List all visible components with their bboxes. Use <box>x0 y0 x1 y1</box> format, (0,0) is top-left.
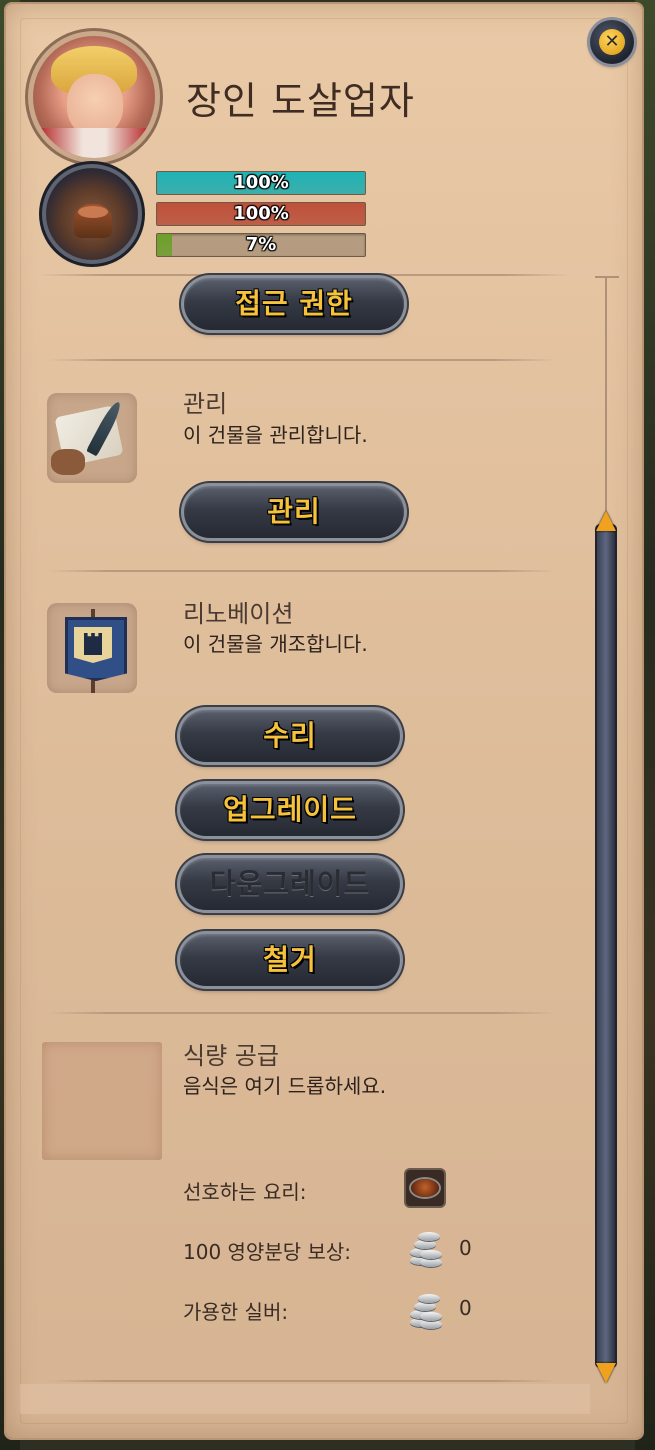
repair-button[interactable]: 수리 <box>180 710 400 762</box>
manage-icon <box>47 393 137 483</box>
reward-label: 100 영양분당 보상: <box>183 1240 352 1264</box>
status-bars: 100% 100% 7% <box>156 171 366 264</box>
scroll-down-button[interactable] <box>594 1360 618 1386</box>
food-supply-title: 식량 공급 <box>183 1042 279 1070</box>
status-bar-text: 100% <box>233 172 289 193</box>
divider <box>48 570 556 572</box>
npc-avatar <box>33 36 155 158</box>
silver-coins-icon <box>408 1294 444 1332</box>
sack-icon <box>51 449 85 475</box>
manage-description: 이 건물을 관리합니다. <box>183 423 368 447</box>
avatar-shirt <box>37 128 151 158</box>
building-icon <box>46 168 138 260</box>
preferred-dish-label: 선호하는 요리: <box>183 1180 307 1204</box>
status-bar-text: 100% <box>233 203 289 224</box>
close-icon: ✕ <box>599 29 625 55</box>
arrow-down-icon <box>596 1363 616 1383</box>
scroll-up-button[interactable] <box>594 508 618 534</box>
building-title: 장인 도살업자 <box>186 79 415 123</box>
status-bar: 100% <box>156 202 366 226</box>
divider <box>48 359 556 361</box>
silver-coins-icon <box>408 1232 444 1270</box>
divider <box>38 274 570 276</box>
dish-bowl <box>411 1179 439 1197</box>
silver-label: 가용한 실버: <box>183 1300 289 1324</box>
access-button[interactable]: 접근 권한 <box>184 278 404 330</box>
scrollbar-thumb[interactable] <box>597 526 615 1366</box>
upgrade-button[interactable]: 업그레이드 <box>180 784 400 836</box>
renovation-title: 리노베이션 <box>183 600 294 628</box>
footer-strip <box>20 1384 590 1414</box>
scrollbar-top-cap <box>595 276 619 278</box>
manage-title: 관리 <box>183 390 228 418</box>
manage-button[interactable]: 관리 <box>184 486 404 538</box>
avatar-face <box>67 74 123 136</box>
silver-value: 0 <box>459 1296 472 1320</box>
dish-icon <box>406 1170 444 1206</box>
downgrade-button[interactable]: 다운그레이드 <box>180 858 400 910</box>
food-supply-description: 음식은 여기 드롭하세요. <box>183 1074 387 1098</box>
renovation-description: 이 건물을 개조합니다. <box>183 632 368 656</box>
arrow-up-icon <box>596 511 616 531</box>
status-bar: 100% <box>156 171 366 195</box>
renovation-icon <box>47 603 137 693</box>
scrollbar-rail <box>605 278 607 514</box>
food-drop-slot[interactable] <box>42 1042 162 1160</box>
divider <box>48 1012 556 1014</box>
demolish-button[interactable]: 철거 <box>180 934 400 986</box>
reward-value: 0 <box>459 1236 472 1260</box>
butcher-stump-icon <box>74 204 112 238</box>
tower-icon <box>84 633 102 655</box>
close-button[interactable]: ✕ <box>590 20 634 64</box>
divider <box>48 1380 556 1382</box>
status-bar: 7% <box>156 233 366 257</box>
status-bar-text: 7% <box>245 234 277 255</box>
